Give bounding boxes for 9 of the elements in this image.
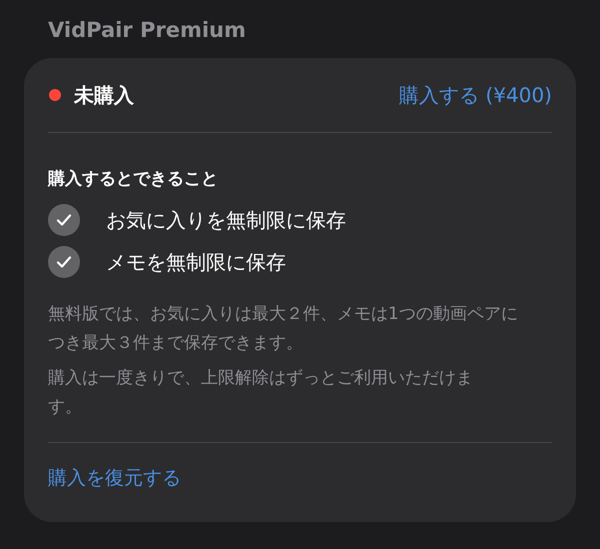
buy-link[interactable]: 購入する (¥400) (399, 82, 552, 108)
feature-label: お気に入りを無制限に保存 (106, 206, 346, 234)
note-text: 購入は一度きりで、上限解除はずっとご利用いただけます。 (48, 367, 474, 419)
status-label: 未購入 (74, 82, 134, 108)
restore-link[interactable]: 購入を復元する (48, 465, 181, 491)
section-title: VidPair Premium (47, 17, 246, 44)
feature-label: メモを無制限に保存 (106, 248, 286, 276)
features-title: 購入するとできること (48, 168, 218, 190)
note-text: 無料版では、お気に入りは最大２件、メモは1つの動画ペアにつき最大３件まで保存できます。 (48, 303, 519, 355)
